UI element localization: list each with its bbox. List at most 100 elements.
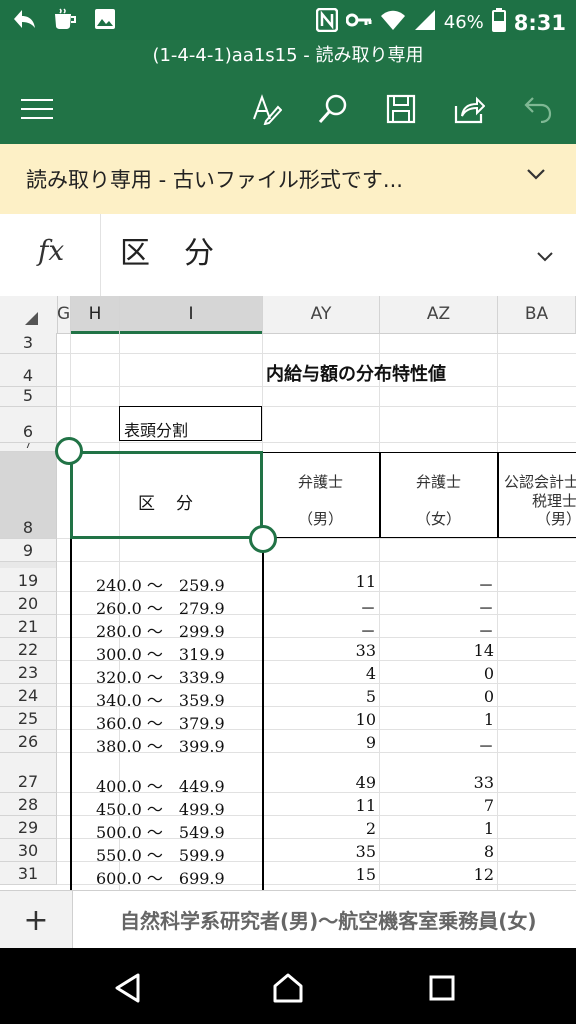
az-cell[interactable]: 33 bbox=[380, 773, 494, 792]
ay-cell[interactable]: 49 bbox=[262, 773, 376, 792]
az-cell[interactable]: 1 bbox=[380, 710, 494, 729]
row-header-19[interactable]: 19 bbox=[0, 568, 57, 592]
undo-icon bbox=[524, 97, 552, 123]
ay-cell[interactable]: 9 bbox=[262, 733, 376, 752]
az-cell[interactable]: － bbox=[380, 618, 494, 642]
table-left-border bbox=[70, 538, 72, 890]
expand-formula-button[interactable] bbox=[536, 248, 554, 267]
read-only-banner[interactable]: 読み取り専用 - 古いファイル形式です... bbox=[0, 144, 576, 214]
back-button[interactable] bbox=[108, 968, 148, 1008]
row-header-31[interactable]: 31 bbox=[0, 862, 57, 885]
row-header-6[interactable]: 6 bbox=[0, 407, 57, 443]
ay-cell[interactable]: 11 bbox=[262, 572, 376, 591]
az-cell[interactable]: 7 bbox=[380, 796, 494, 815]
range-cell[interactable]: 320.0 ～ 339.9 bbox=[96, 664, 225, 688]
row-header-5[interactable]: 5 bbox=[0, 386, 57, 407]
az-cell[interactable]: － bbox=[380, 595, 494, 619]
range-cell[interactable]: 360.0 ～ 379.9 bbox=[96, 710, 225, 734]
row-header-30[interactable]: 30 bbox=[0, 839, 57, 862]
range-cell[interactable]: 340.0 ～ 359.9 bbox=[96, 687, 225, 711]
column-header-i[interactable]: I bbox=[120, 296, 263, 334]
az-cell[interactable]: － bbox=[380, 733, 494, 757]
row-header-23[interactable]: 23 bbox=[0, 661, 57, 684]
range-cell[interactable]: 550.0 ～ 599.9 bbox=[96, 842, 225, 866]
row-header-27[interactable]: 27 bbox=[0, 753, 57, 793]
column-header-ba[interactable]: BA bbox=[498, 296, 576, 333]
menu-button[interactable] bbox=[17, 89, 57, 129]
range-cell[interactable]: 380.0 ～ 399.9 bbox=[96, 733, 225, 757]
col-az-line2: （女） bbox=[415, 510, 461, 528]
ay-cell[interactable]: 35 bbox=[262, 842, 376, 861]
cell-selection[interactable] bbox=[70, 451, 263, 539]
chevron-down-icon bbox=[526, 166, 546, 185]
undo-button[interactable] bbox=[518, 89, 558, 129]
az-cell[interactable]: 14 bbox=[380, 641, 494, 660]
home-button[interactable] bbox=[268, 968, 308, 1008]
column-header-g[interactable]: G bbox=[57, 296, 71, 333]
range-cell[interactable]: 240.0 ～ 259.9 bbox=[96, 572, 225, 596]
recents-button[interactable] bbox=[422, 968, 462, 1008]
column-header-ay[interactable]: AY bbox=[263, 296, 380, 333]
share-button[interactable] bbox=[449, 89, 489, 129]
row-header-9[interactable]: 9 bbox=[0, 539, 57, 562]
ay-cell[interactable]: － bbox=[262, 595, 376, 619]
formula-input[interactable]: 区 分 bbox=[120, 228, 216, 272]
az-cell[interactable]: － bbox=[380, 572, 494, 596]
column-header-h[interactable]: H bbox=[71, 296, 120, 334]
save-button[interactable] bbox=[381, 89, 421, 129]
row-header-22[interactable]: 22 bbox=[0, 638, 57, 661]
row-header-4[interactable]: 4 bbox=[0, 354, 57, 387]
col-ba-line1: 公認会計士 bbox=[504, 473, 576, 491]
search-button[interactable] bbox=[313, 89, 353, 129]
ay-cell[interactable]: 4 bbox=[262, 664, 376, 683]
key-icon bbox=[345, 10, 372, 35]
range-cell[interactable]: 500.0 ～ 549.9 bbox=[96, 819, 225, 843]
row-header-21[interactable]: 21 bbox=[0, 615, 57, 638]
az-cell[interactable]: 12 bbox=[380, 865, 494, 884]
clock: 8:31 bbox=[513, 10, 566, 35]
range-cell[interactable]: 280.0 ～ 299.9 bbox=[96, 618, 225, 642]
range-cell[interactable]: 450.0 ～ 499.9 bbox=[96, 796, 225, 820]
ay-cell[interactable]: 5 bbox=[262, 687, 376, 706]
row-header-28[interactable]: 28 bbox=[0, 793, 57, 816]
window-title: (1-4-4-1)aa1s15 - 読み取り専用 bbox=[0, 40, 576, 74]
row-header-25[interactable]: 25 bbox=[0, 707, 57, 730]
row-header-20[interactable]: 20 bbox=[0, 592, 57, 615]
ay-cell[interactable]: 2 bbox=[262, 819, 376, 838]
range-cell[interactable]: 300.0 ～ 319.9 bbox=[96, 641, 225, 665]
formula-bar: fx 区 分 bbox=[0, 214, 576, 297]
add-sheet-button[interactable]: + bbox=[0, 891, 73, 949]
ay-cell[interactable]: － bbox=[262, 618, 376, 642]
section-title: 内給与額の分布特性値 bbox=[266, 364, 446, 385]
row-header-3[interactable]: 3 bbox=[0, 333, 57, 354]
spreadsheet-grid[interactable]: G H I AY AZ BA 3 4 5 6 7 8 9 19 20 21 22… bbox=[0, 296, 576, 890]
ay-cell[interactable]: 15 bbox=[262, 865, 376, 884]
table-head-split-label: 表頭分割 bbox=[124, 421, 189, 440]
ay-cell[interactable]: 11 bbox=[262, 796, 376, 815]
wifi-icon bbox=[380, 9, 406, 36]
range-cell[interactable]: 600.0 ～ 699.9 bbox=[96, 865, 225, 889]
column-header-az[interactable]: AZ bbox=[380, 296, 498, 333]
range-cell[interactable]: 260.0 ～ 279.9 bbox=[96, 595, 225, 619]
draw-button[interactable] bbox=[246, 89, 286, 129]
ay-cell[interactable]: 10 bbox=[262, 710, 376, 729]
ay-cell[interactable]: 33 bbox=[262, 641, 376, 660]
search-icon bbox=[318, 94, 347, 124]
az-cell[interactable]: 0 bbox=[380, 687, 494, 706]
row-header-24[interactable]: 24 bbox=[0, 684, 57, 707]
selection-handle-top-left[interactable] bbox=[55, 437, 83, 465]
az-cell[interactable]: 8 bbox=[380, 842, 494, 861]
range-cell[interactable]: 400.0 ～ 449.9 bbox=[96, 773, 225, 797]
sheet-tab-bar: + 自然科学系研究者(男)～航空機客室乗務員(女) bbox=[0, 890, 576, 949]
share-icon bbox=[454, 96, 485, 124]
sheet-tab[interactable]: 自然科学系研究者(男)～航空機客室乗務員(女) bbox=[120, 905, 537, 934]
row-header-8[interactable]: 8 bbox=[0, 452, 57, 539]
row-header-29[interactable]: 29 bbox=[0, 816, 57, 839]
selection-handle-bottom-right[interactable] bbox=[249, 525, 277, 553]
row-header-7[interactable]: 7 bbox=[0, 443, 57, 452]
az-cell[interactable]: 1 bbox=[380, 819, 494, 838]
az-cell[interactable]: 0 bbox=[380, 664, 494, 683]
select-all-corner[interactable] bbox=[0, 296, 58, 333]
nfc-icon bbox=[315, 7, 338, 37]
row-header-26[interactable]: 26 bbox=[0, 730, 57, 753]
